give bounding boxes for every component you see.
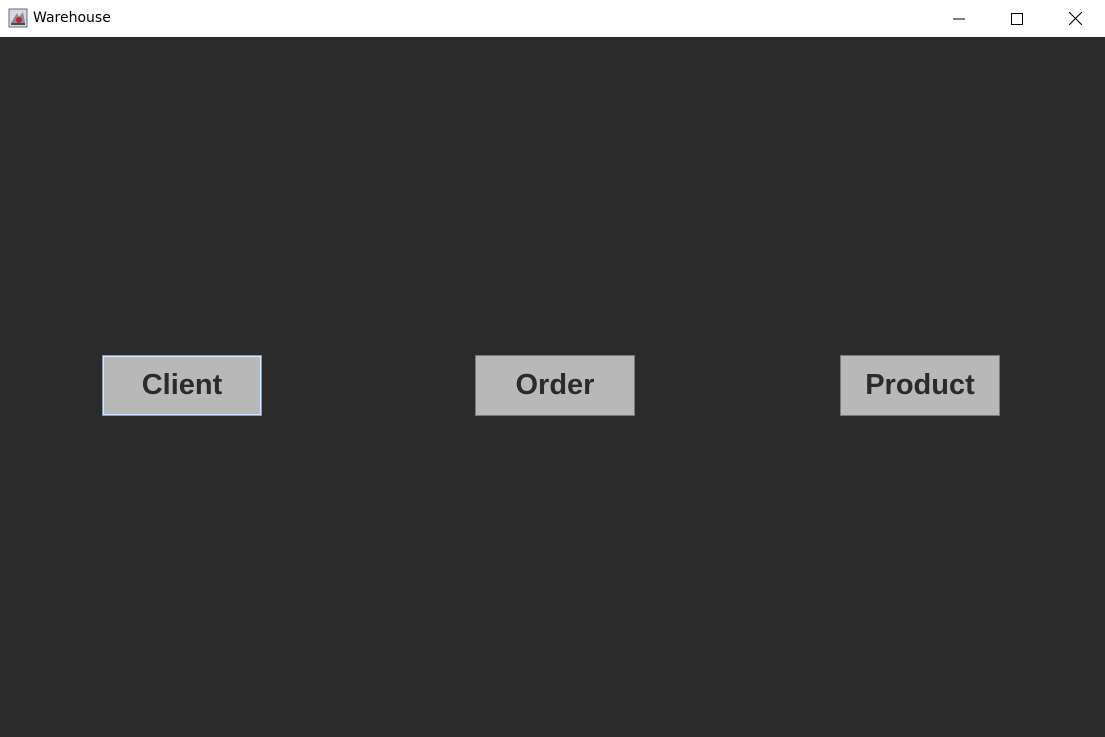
client-button[interactable]: Client: [102, 355, 262, 416]
order-button[interactable]: Order: [475, 355, 635, 416]
close-button[interactable]: [1052, 0, 1098, 37]
minimize-button[interactable]: [936, 0, 982, 37]
main-panel: Client Order Product: [0, 37, 1105, 737]
maximize-icon: [1011, 12, 1023, 25]
close-icon: [1068, 12, 1082, 25]
maximize-button[interactable]: [994, 0, 1040, 37]
app-window: Warehouse Client Order Product: [0, 0, 1105, 737]
product-button[interactable]: Product: [840, 355, 1000, 416]
minimize-icon: [953, 18, 965, 19]
java-app-icon: [8, 8, 28, 28]
title-bar[interactable]: Warehouse: [0, 0, 1105, 37]
window-title: Warehouse: [33, 10, 111, 26]
